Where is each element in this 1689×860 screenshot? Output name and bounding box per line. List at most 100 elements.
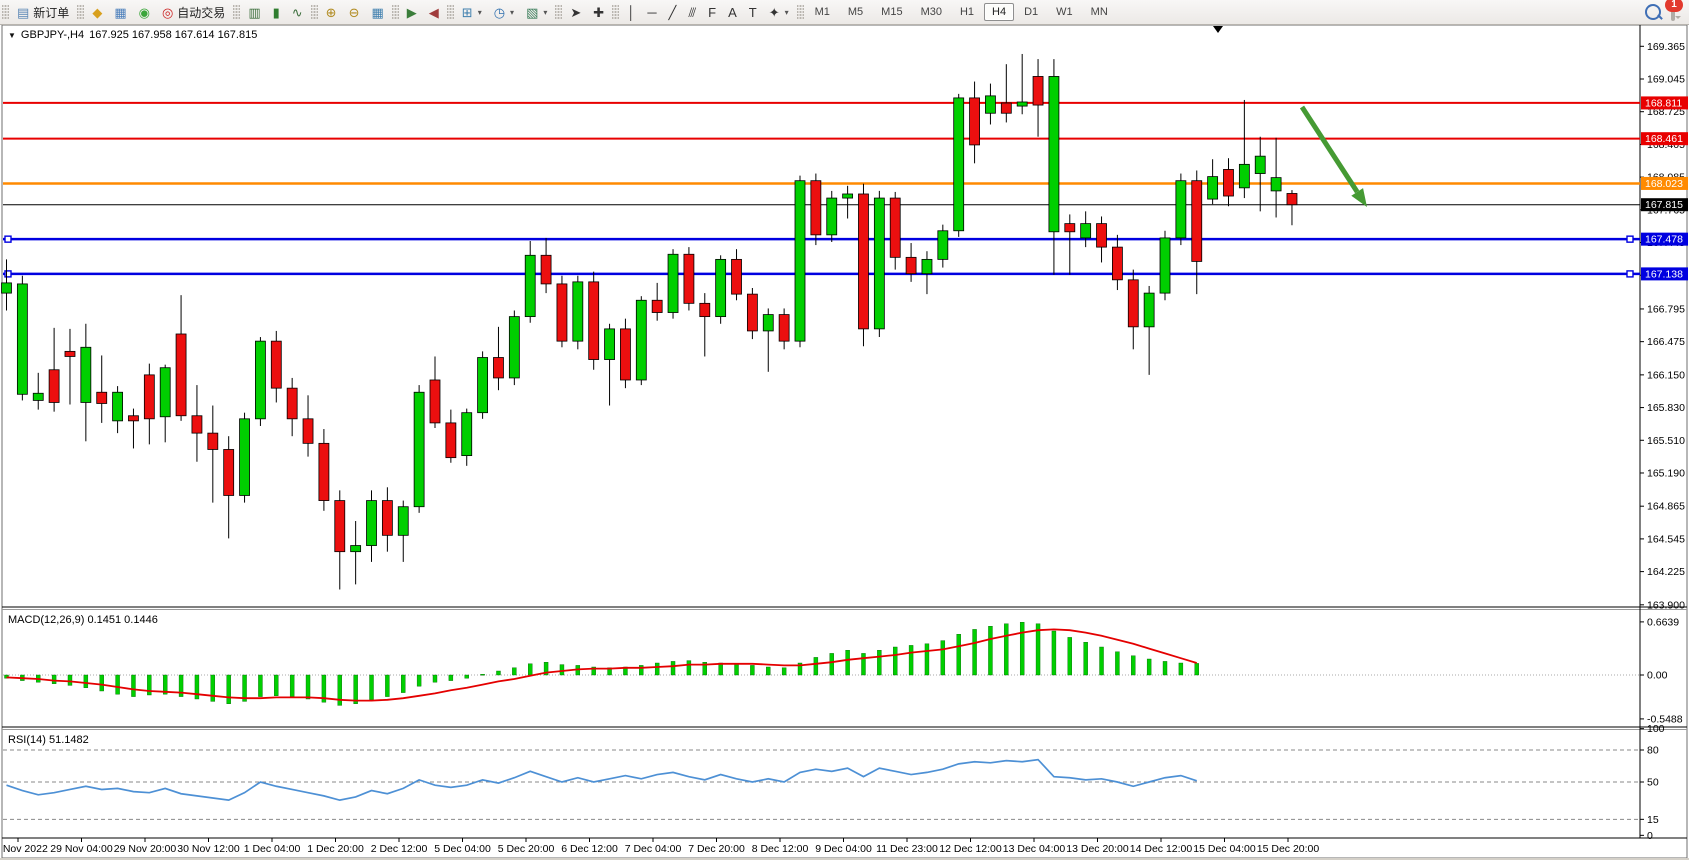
candle-bullish[interactable] bbox=[954, 98, 964, 231]
timeframe-button-h1[interactable]: H1 bbox=[952, 3, 982, 21]
candle-bearish[interactable] bbox=[446, 423, 456, 458]
candle-bearish[interactable] bbox=[271, 341, 281, 388]
candle-bullish[interactable] bbox=[17, 284, 27, 394]
metaeditor-button[interactable]: ▦ bbox=[109, 3, 131, 22]
candle-bearish[interactable] bbox=[303, 419, 313, 444]
candle-bullish[interactable] bbox=[636, 300, 646, 380]
channel-button[interactable]: ⫻ bbox=[683, 3, 701, 22]
candle-bullish[interactable] bbox=[1255, 156, 1265, 173]
trendline-button[interactable]: ╱ bbox=[664, 3, 682, 22]
autotrading-button[interactable]: ◎自动交易 bbox=[157, 1, 230, 24]
candle-bearish[interactable] bbox=[747, 294, 757, 331]
candle-bullish[interactable] bbox=[763, 315, 773, 331]
candle-bearish[interactable] bbox=[1128, 280, 1138, 327]
candle-bullish[interactable] bbox=[605, 329, 615, 360]
candle-bullish[interactable] bbox=[462, 413, 472, 456]
candle-bearish[interactable] bbox=[779, 315, 789, 342]
timeframe-button-m1[interactable]: M1 bbox=[807, 3, 838, 21]
candle-bullish[interactable] bbox=[525, 255, 535, 316]
level-line-handle[interactable] bbox=[5, 236, 11, 242]
candle-bearish[interactable] bbox=[430, 380, 440, 423]
candle-bearish[interactable] bbox=[1287, 193, 1297, 204]
timeframe-button-m15[interactable]: M15 bbox=[873, 3, 910, 21]
notifications-button[interactable]: 1 bbox=[1671, 5, 1675, 19]
candle-bullish[interactable] bbox=[478, 357, 488, 412]
cursor-button[interactable]: ➤ bbox=[565, 3, 586, 22]
candle-bullish[interactable] bbox=[668, 254, 678, 312]
level-line-handle[interactable] bbox=[5, 271, 11, 277]
candle-bullish[interactable] bbox=[1208, 177, 1218, 199]
candle-bearish[interactable] bbox=[224, 449, 234, 495]
crosshair-button[interactable]: ✚ bbox=[588, 3, 609, 22]
candle-bullish[interactable] bbox=[2, 283, 12, 293]
zoom-in-button[interactable]: ⊕ bbox=[321, 3, 342, 22]
bar-chart-button[interactable]: ▥ bbox=[243, 3, 265, 22]
candle-bearish[interactable] bbox=[684, 254, 694, 303]
candle-bearish[interactable] bbox=[732, 259, 742, 294]
candle-bearish[interactable] bbox=[906, 257, 916, 273]
candle-bullish[interactable] bbox=[33, 393, 43, 400]
candle-bearish[interactable] bbox=[287, 388, 297, 419]
arrows-dropdown[interactable]: ✦▾ bbox=[764, 3, 794, 22]
candle-bearish[interactable] bbox=[49, 370, 59, 403]
horizontal-line-button[interactable]: ─ bbox=[642, 3, 661, 22]
candle-bullish[interactable] bbox=[1176, 181, 1186, 238]
candle-bearish[interactable] bbox=[192, 416, 202, 433]
level-line-handle[interactable] bbox=[1627, 271, 1633, 277]
candle-bullish[interactable] bbox=[1081, 224, 1091, 238]
timeframe-button-w1[interactable]: W1 bbox=[1048, 3, 1081, 21]
candle-bullish[interactable] bbox=[716, 259, 726, 316]
candle-bullish[interactable] bbox=[922, 259, 932, 273]
candle-bullish[interactable] bbox=[160, 368, 170, 417]
candle-bullish[interactable] bbox=[874, 198, 884, 329]
candle-bullish[interactable] bbox=[985, 96, 995, 113]
candle-bullish[interactable] bbox=[509, 317, 519, 378]
period-dropdown[interactable]: ◷▾ bbox=[489, 3, 519, 22]
candle-bullish[interactable] bbox=[255, 341, 265, 419]
candle-bearish[interactable] bbox=[1223, 169, 1233, 196]
candle-bullish[interactable] bbox=[1239, 164, 1249, 188]
market-watch-button[interactable]: ◆ bbox=[87, 3, 107, 22]
auto-scroll-button[interactable]: ▶ bbox=[402, 3, 422, 22]
new-order-button[interactable]: ▤新订单 bbox=[12, 1, 74, 24]
candle-bullish[interactable] bbox=[351, 546, 361, 552]
candle-bearish[interactable] bbox=[652, 300, 662, 312]
candle-bearish[interactable] bbox=[541, 255, 551, 284]
candle-bearish[interactable] bbox=[1001, 103, 1011, 113]
text-label-button[interactable]: T bbox=[744, 3, 762, 22]
candle-bearish[interactable] bbox=[97, 392, 107, 403]
candle-bullish[interactable] bbox=[113, 392, 123, 421]
new-chart-dropdown[interactable]: ⊞▾ bbox=[457, 3, 487, 22]
candle-bullish[interactable] bbox=[827, 198, 837, 235]
candle-bearish[interactable] bbox=[1097, 224, 1107, 248]
candle-bullish[interactable] bbox=[1160, 238, 1170, 293]
candle-bearish[interactable] bbox=[382, 501, 392, 536]
vertical-line-button[interactable]: │ bbox=[622, 3, 640, 22]
candle-bullish[interactable] bbox=[1271, 178, 1281, 191]
symbol-dropdown-icon[interactable]: ▼ bbox=[8, 31, 16, 40]
timeframe-button-h4[interactable]: H4 bbox=[984, 3, 1014, 21]
candle-bullish[interactable] bbox=[1017, 102, 1027, 106]
candle-bearish[interactable] bbox=[890, 198, 900, 257]
tile-windows-button[interactable]: ▦ bbox=[366, 3, 388, 22]
candle-bearish[interactable] bbox=[335, 501, 345, 552]
candle-bearish[interactable] bbox=[144, 375, 154, 419]
candle-bearish[interactable] bbox=[208, 433, 218, 449]
candle-bearish[interactable] bbox=[557, 284, 567, 341]
text-button[interactable]: A bbox=[723, 3, 742, 22]
candle-bearish[interactable] bbox=[858, 194, 868, 329]
candle-bullish[interactable] bbox=[1049, 76, 1059, 231]
candle-bearish[interactable] bbox=[1112, 247, 1122, 280]
candle-bullish[interactable] bbox=[938, 231, 948, 260]
candle-bearish[interactable] bbox=[128, 416, 138, 421]
candle-bearish[interactable] bbox=[589, 282, 599, 360]
candle-bullish[interactable] bbox=[573, 282, 583, 341]
candle-bullish[interactable] bbox=[81, 347, 91, 402]
candle-bearish[interactable] bbox=[811, 181, 821, 235]
candle-bullish[interactable] bbox=[240, 419, 250, 496]
fibonacci-button[interactable]: F bbox=[703, 3, 721, 22]
candle-bearish[interactable] bbox=[970, 98, 980, 145]
candle-bearish[interactable] bbox=[176, 334, 186, 416]
level-line-handle[interactable] bbox=[1627, 236, 1633, 242]
candle-bearish[interactable] bbox=[319, 443, 329, 500]
